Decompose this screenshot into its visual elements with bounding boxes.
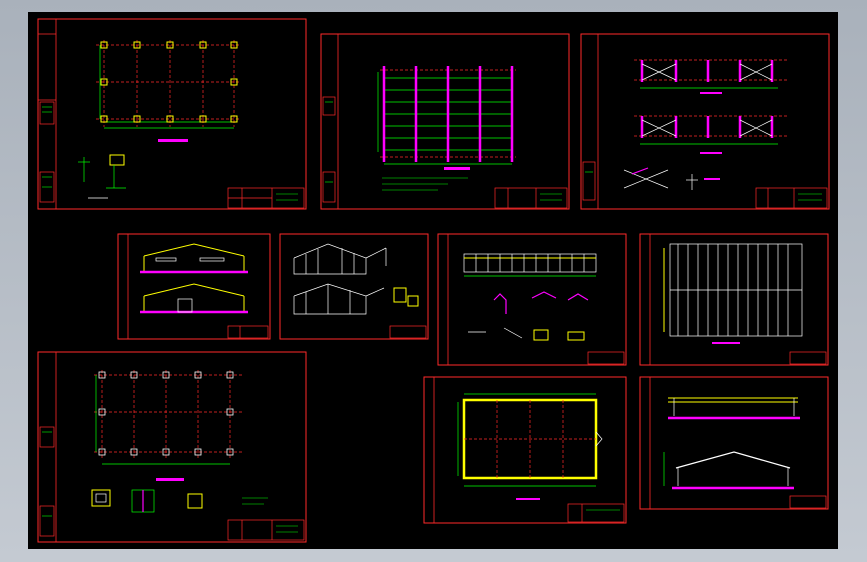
title-block: [755, 187, 828, 209]
sheet-wall-elevation-details[interactable]: [437, 233, 627, 366]
sheet-foundation-plan[interactable]: [37, 18, 307, 210]
foundation-grid: [96, 40, 240, 129]
title-block: [494, 187, 568, 209]
sheet-side-strip: [38, 33, 56, 203]
drawing-title-underline: [516, 498, 540, 500]
rear-elevation: [140, 283, 248, 314]
sheet-section-elevations[interactable]: [639, 376, 829, 510]
drawing-title-underline: [700, 92, 722, 94]
footing-detail: [78, 154, 126, 199]
sheet-roof-plan[interactable]: [423, 376, 627, 524]
column-grid: [94, 370, 242, 465]
title-block: [587, 351, 625, 365]
drawing-title-underline: [158, 139, 188, 142]
base-plate-details: [91, 489, 268, 513]
drawing-title-underline: [444, 167, 470, 170]
sheet-side-strip: [582, 161, 596, 201]
connection-detail: [393, 287, 419, 307]
title-block: [227, 187, 305, 209]
bracing-elevation-lower: [634, 115, 788, 145]
bracing-elevation-upper: [634, 59, 788, 89]
sheet-column-layout-plan[interactable]: [37, 351, 307, 543]
perspective-upper: [293, 243, 387, 275]
sheet-perspective-views[interactable]: [279, 233, 429, 340]
front-elevation: [140, 243, 248, 274]
sheet-side-strip: [39, 426, 55, 537]
title-block: [389, 325, 427, 339]
long-wall-elevation: [463, 253, 597, 277]
sheet-purlin-layout-plan[interactable]: [320, 33, 570, 210]
drawing-title-underline: [712, 342, 740, 344]
title-block: [567, 503, 625, 523]
bracing-details: [623, 167, 720, 190]
sheet-side-strip: [322, 96, 336, 203]
notes: [382, 177, 468, 191]
drawing-title-underline: [156, 478, 184, 481]
drawing-canvas[interactable]: [28, 12, 838, 549]
drawing-svg: [37, 18, 830, 543]
title-block: [227, 325, 269, 339]
section-details: [468, 291, 589, 341]
side-elevation: [668, 397, 800, 420]
perspective-lower: [293, 283, 385, 315]
portal-frame-section: [663, 451, 794, 490]
sheet-roof-panel-layout[interactable]: [639, 233, 829, 366]
purlin-grid: [377, 66, 516, 165]
sheet-bracing-layout[interactable]: [580, 33, 830, 210]
title-block: [789, 495, 827, 509]
roof-panels: [663, 243, 803, 337]
roof-outline: [457, 393, 603, 487]
sheet-elevations[interactable]: [117, 233, 271, 340]
title-block: [227, 519, 305, 541]
drawing-title-underline: [700, 152, 722, 154]
title-block: [789, 351, 827, 365]
